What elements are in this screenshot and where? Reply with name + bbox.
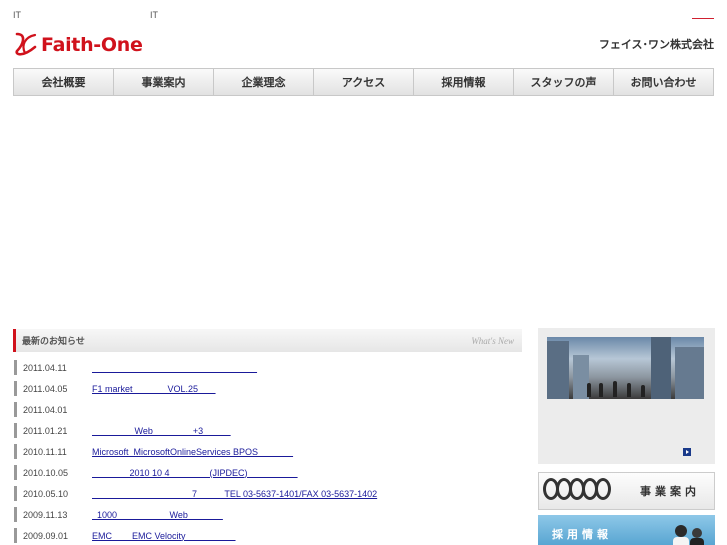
news-date: 2010.10.05 xyxy=(23,467,69,478)
news-link[interactable]: F1 market VOL.25 xyxy=(92,384,216,394)
news-list: 2011.04.11 2011.04.05 F1 market VOL.25 2… xyxy=(13,357,522,545)
side-column: 事業案内 採用情報 xyxy=(538,328,715,545)
news-date: 2011.04.05 xyxy=(23,383,68,394)
news-link[interactable]: 1000 Web xyxy=(92,510,223,520)
news-link[interactable]: 2010 10 4 (JIPDEC) xyxy=(92,468,298,478)
news-item: 2010.10.05 2010 10 4 (JIPDEC) xyxy=(14,462,522,483)
news-date: 2009.11.13 xyxy=(23,509,68,520)
news-bullet xyxy=(14,423,17,438)
news-link[interactable] xyxy=(92,363,257,373)
news-bullet xyxy=(14,486,17,501)
news-item: 2010.05.10 7 TEL 03-5637-1401/FAX 03-563… xyxy=(14,483,522,504)
news-item: 2011.01.21 Web +3 xyxy=(14,420,522,441)
nav-item-business[interactable]: 事業案内 xyxy=(114,69,214,95)
news-date: 2011.04.01 xyxy=(23,404,68,415)
news-item: 2009.09.01 EMC EMC Velocity xyxy=(14,525,522,545)
logo-text: Faith-One xyxy=(41,34,143,56)
news-bullet xyxy=(14,444,17,459)
news-link[interactable]: Web +3 xyxy=(92,426,231,436)
header-tagline-2: IT xyxy=(150,10,158,20)
news-section: 最新のお知らせ What's New 2011.04.11 2011.04.05… xyxy=(13,329,522,545)
business-banner[interactable]: 事業案内 xyxy=(538,472,715,510)
staff-people-icon xyxy=(673,525,704,545)
news-bullet xyxy=(14,465,17,480)
logo-mark-icon xyxy=(15,32,37,56)
news-date: 2010.11.11 xyxy=(23,446,67,457)
news-bullet xyxy=(14,381,17,396)
news-link[interactable]: Microsoft MicrosoftOnlineServices BPOS xyxy=(92,447,293,457)
header-accent-line xyxy=(692,18,714,19)
news-bullet xyxy=(14,360,17,375)
nav-item-access[interactable]: アクセス xyxy=(314,69,414,95)
nav-item-contact[interactable]: お問い合わせ xyxy=(614,69,713,95)
news-header: 最新のお知らせ What's New xyxy=(13,329,522,352)
news-link[interactable]: 7 TEL 03-5637-1401/FAX 03-5637-1402 xyxy=(92,489,377,499)
business-banner-label: 事業案内 xyxy=(640,485,700,498)
company-logo[interactable]: Faith-One xyxy=(13,29,143,61)
recruit-banner-label: 採用情報 xyxy=(552,528,612,541)
news-bullet xyxy=(14,528,17,543)
company-name: フェイス･ワン株式会社 xyxy=(598,38,714,51)
news-item: 2011.04.05 F1 market VOL.25 xyxy=(14,378,522,399)
news-bullet xyxy=(14,507,17,522)
news-date: 2011.04.11 xyxy=(23,362,67,373)
rings-icon xyxy=(543,478,611,500)
header-tagline-1: IT xyxy=(13,10,21,20)
news-item: 2011.04.01 xyxy=(14,399,522,420)
news-title: 最新のお知らせ xyxy=(22,337,85,347)
city-business-photo xyxy=(547,337,704,399)
news-item: 2010.11.11 Microsoft MicrosoftOnlineServ… xyxy=(14,441,522,462)
recruit-banner[interactable]: 採用情報 xyxy=(538,515,715,545)
news-date: 2009.09.01 xyxy=(23,530,69,541)
news-item: 2011.04.11 xyxy=(14,357,522,378)
next-arrow-icon[interactable] xyxy=(683,448,691,456)
feature-photo-panel xyxy=(538,328,715,464)
news-date: 2011.01.21 xyxy=(23,425,68,436)
news-link[interactable]: EMC EMC Velocity xyxy=(92,531,236,541)
news-title-en: What's New xyxy=(471,335,514,346)
news-bullet xyxy=(14,402,17,417)
nav-item-recruit[interactable]: 採用情報 xyxy=(414,69,514,95)
news-item: 2009.11.13 1000 Web xyxy=(14,504,522,525)
news-date: 2010.05.10 xyxy=(23,488,69,499)
nav-item-philosophy[interactable]: 企業理念 xyxy=(214,69,314,95)
nav-item-company[interactable]: 会社概要 xyxy=(14,69,114,95)
main-navigation: 会社概要 事業案内 企業理念 アクセス 採用情報 スタッフの声 お問い合わせ xyxy=(13,68,714,96)
nav-item-staff-voice[interactable]: スタッフの声 xyxy=(514,69,614,95)
